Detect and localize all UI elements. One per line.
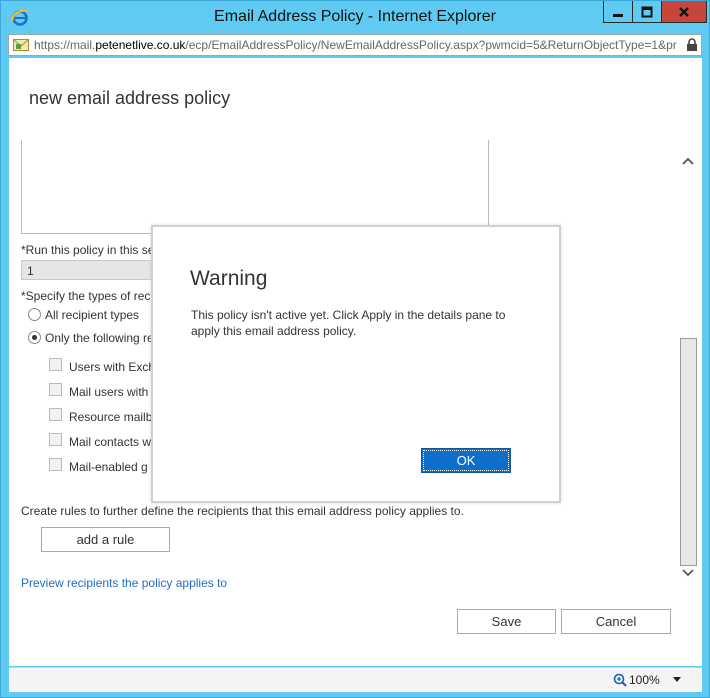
checkbox-resource-mailboxes[interactable] [49,408,62,421]
minimize-icon [613,13,623,17]
checkbox-label: Mail contacts w [69,435,152,449]
checkbox-mail-users[interactable] [49,383,62,396]
checkbox-label: Mail-enabled g [69,460,148,474]
checkbox-label: Resource mailb [69,410,153,424]
url-text[interactable]: https://mail.petenetlive.co.uk/ecp/Email… [34,38,684,52]
close-icon [679,6,689,17]
close-button[interactable] [661,1,707,23]
status-bar: 100% [9,667,702,692]
save-button[interactable]: Save [457,609,556,634]
checkbox-label: Users with Exch [69,360,156,374]
minimize-button[interactable] [603,1,633,23]
zoom-level[interactable]: 100% [629,673,660,687]
lock-icon[interactable] [686,38,698,52]
priority-label: *Run this policy in this se [21,243,155,257]
recipient-types-label: *Specify the types of rec [21,289,151,303]
maximize-icon [641,6,653,17]
description-textarea[interactable] [21,140,489,234]
zoom-dropdown-icon[interactable] [673,677,681,683]
radio-all-recipients[interactable] [28,308,41,321]
priority-field[interactable]: 1 [21,260,161,280]
radio-all-recipients-label: All recipient types [45,308,140,322]
zoom-icon[interactable] [613,673,627,687]
address-bar[interactable]: https://mail.petenetlive.co.uk/ecp/Email… [8,34,702,56]
warning-dialog: Warning This policy isn't active yet. Cl… [151,225,561,503]
url-path: /ecp/EmailAddressPolicy/NewEmailAddressP… [185,38,677,52]
cancel-button[interactable]: Cancel [561,609,671,634]
preview-recipients-link[interactable]: Preview recipients the policy applies to [21,576,227,590]
radio-only-following[interactable] [28,331,41,344]
checkbox-mail-contacts[interactable] [49,433,62,446]
scrollbar-thumb[interactable] [680,338,697,566]
maximize-button[interactable] [632,1,662,23]
page-title: new email address policy [29,88,231,108]
title-bar[interactable]: Email Address Policy - Internet Explorer [1,1,709,33]
add-rule-button[interactable]: add a rule [41,527,170,552]
checkbox-label: Mail users with [69,385,149,399]
scroll-up-icon[interactable] [681,154,695,168]
dialog-title: Warning [190,267,268,290]
url-prefix: https://mail. [34,38,96,52]
rules-description: Create rules to further define the recip… [21,504,464,518]
scroll-down-icon[interactable] [681,566,695,580]
dialog-message: This policy isn't active yet. Click Appl… [191,308,506,338]
checkbox-mail-enabled-groups[interactable] [49,458,62,471]
url-domain: petenetlive.co.uk [95,38,186,52]
checkbox-users[interactable] [49,358,62,371]
browser-window: Email Address Policy - Internet Explorer… [0,0,710,698]
radio-only-following-label: Only the following re [45,331,154,345]
ok-button[interactable]: OK [421,448,511,473]
page-icon [13,39,29,51]
